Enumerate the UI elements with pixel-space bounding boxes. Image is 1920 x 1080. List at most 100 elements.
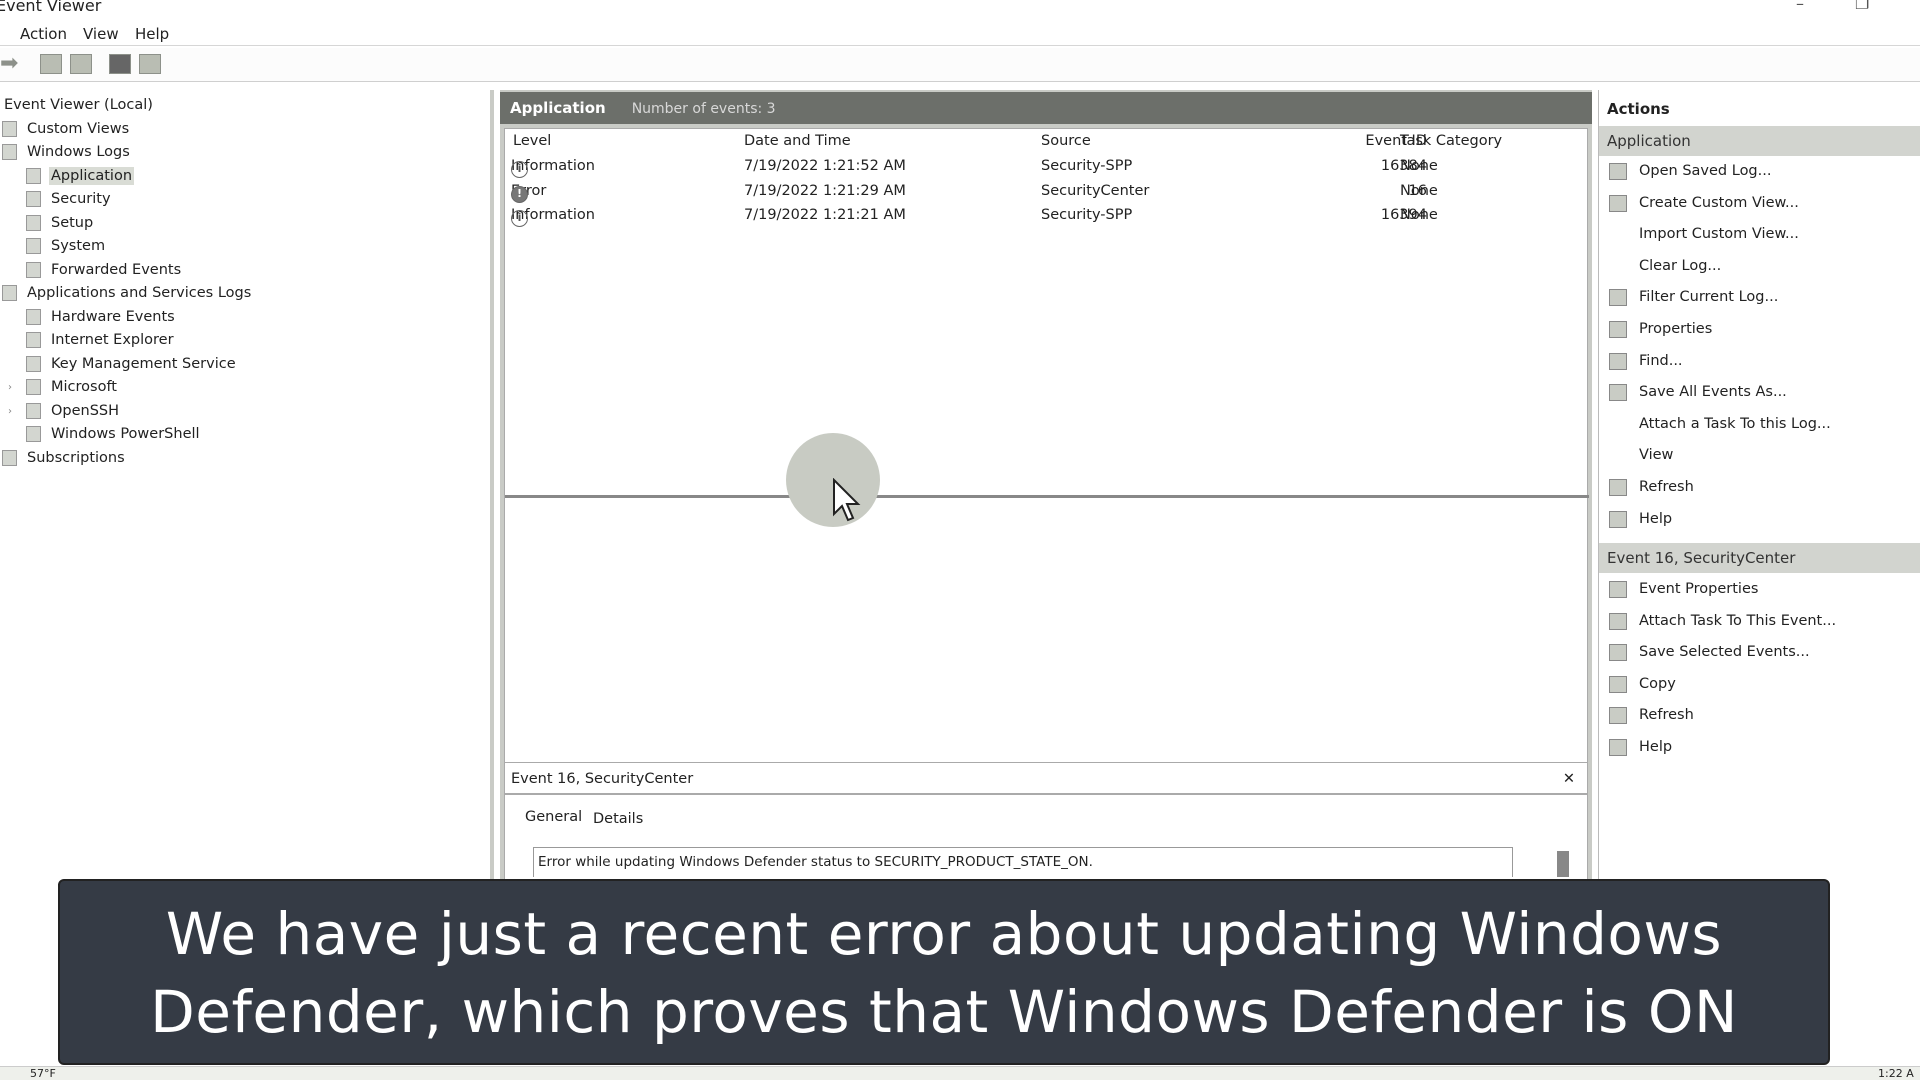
action-help[interactable]: Help	[1599, 732, 1920, 763]
log-header: Application Number of events: 3	[500, 92, 1592, 124]
menu-view[interactable]: View	[83, 25, 119, 43]
tree-item-system[interactable]: System	[26, 235, 107, 258]
expand-arrow-icon[interactable]: ›	[8, 376, 12, 399]
tree-item-security[interactable]: Security	[26, 188, 113, 211]
tree-item-label: Custom Views	[27, 120, 130, 137]
action-icon	[1609, 707, 1627, 725]
table-row[interactable]: i Information 7/19/2022 1:21:21 AM Security…	[505, 204, 1585, 228]
date-cell: 7/19/2022 1:21:29 AM	[744, 182, 906, 199]
info-icon: i	[511, 210, 528, 227]
properties-icon[interactable]	[70, 54, 92, 74]
tree-item-label: Windows PowerShell	[51, 426, 200, 442]
tree-node-icon	[26, 167, 41, 184]
scrollbar[interactable]	[1557, 851, 1569, 877]
weather-widget[interactable]: 57°F	[30, 1067, 56, 1080]
tree-item-hardware-events[interactable]: Hardware Events	[26, 306, 177, 329]
show-pane-icon[interactable]	[139, 54, 161, 74]
tree-node-icon	[26, 332, 41, 348]
table-row[interactable]: i Information 7/19/2022 1:21:52 AM Security…	[505, 155, 1585, 179]
action-help[interactable]: Help	[1599, 504, 1920, 535]
source-cell: Security-SPP	[1041, 207, 1133, 223]
action-find[interactable]: Find...	[1599, 346, 1920, 377]
action-label: Properties	[1639, 321, 1713, 337]
tree-item-application[interactable]: Application	[26, 165, 135, 188]
action-attach-a-task-to-this-log[interactable]: Attach a Task To this Log...	[1599, 409, 1920, 440]
tree-item-openssh[interactable]: › OpenSSH	[8, 400, 121, 423]
tree-item-custom-views[interactable]: Custom Views	[2, 118, 131, 141]
section-application[interactable]: Application	[1599, 126, 1920, 156]
tree-node-icon	[26, 308, 41, 325]
event-message: Error while updating Windows Defender st…	[533, 847, 1513, 877]
action-properties[interactable]: Properties	[1599, 314, 1920, 345]
action-label: Refresh	[1639, 479, 1694, 495]
tree-item-windows-logs[interactable]: Windows Logs	[2, 141, 132, 164]
action-refresh[interactable]: Refresh	[1599, 700, 1920, 731]
tree-item-windows-powershell[interactable]: Windows PowerShell	[26, 423, 202, 446]
action-label: Open Saved Log...	[1639, 163, 1772, 179]
action-refresh[interactable]: Refresh	[1599, 472, 1920, 503]
tree-item-label: Application	[49, 166, 135, 185]
section-event[interactable]: Event 16, SecurityCenter	[1599, 543, 1920, 573]
action-view[interactable]: View	[1599, 440, 1920, 471]
help-icon[interactable]	[109, 54, 131, 74]
log-name: Application	[510, 99, 606, 117]
pane-splitter[interactable]	[505, 495, 1589, 498]
table-row[interactable]: ! Error 7/19/2022 1:21:29 AM SecurityCenter…	[505, 180, 1585, 204]
tree-node-icon	[26, 355, 41, 372]
col-level[interactable]: Level	[513, 133, 551, 149]
minimize-button[interactable]: –	[1796, 0, 1804, 13]
level-cell: ! Error	[511, 183, 546, 203]
action-event-properties[interactable]: Event Properties	[1599, 574, 1920, 605]
action-save-selected-events[interactable]: Save Selected Events...	[1599, 637, 1920, 668]
tab-details[interactable]: Details	[593, 811, 643, 827]
col-source[interactable]: Source	[1041, 133, 1091, 149]
tree-item-forwarded-events[interactable]: Forwarded Events	[26, 259, 183, 282]
action-icon	[1609, 675, 1627, 693]
tree-item-internet-explorer[interactable]: Internet Explorer	[26, 329, 176, 352]
tree-node-icon	[26, 379, 41, 395]
tree-item-key-management-service[interactable]: Key Management Service	[26, 353, 238, 376]
tab-general[interactable]: General	[525, 809, 582, 825]
tree-node-icon	[26, 238, 41, 254]
tree-item-microsoft[interactable]: › Microsoft	[8, 376, 119, 399]
tree-item-label: System	[51, 238, 106, 254]
action-filter-current-log[interactable]: Filter Current Log...	[1599, 282, 1920, 313]
action-copy[interactable]: Copy	[1599, 669, 1920, 700]
action-attach-task-to-this-event[interactable]: Attach Task To This Event...	[1599, 606, 1920, 637]
action-icon	[1609, 644, 1627, 662]
tree-item-label: Setup	[51, 214, 94, 231]
close-icon[interactable]: ✕	[1563, 763, 1575, 795]
expand-arrow-icon[interactable]: ›	[8, 400, 12, 423]
error-icon: !	[511, 185, 528, 203]
action-icon	[1609, 612, 1627, 630]
action-icon	[1609, 581, 1627, 598]
detail-title: Event 16, SecurityCenter	[511, 771, 694, 787]
restore-button[interactable]: ❐	[1855, 0, 1869, 13]
forward-icon[interactable]: ➡	[0, 51, 18, 76]
window-title: Event Viewer	[0, 0, 102, 15]
action-import-custom-view[interactable]: Import Custom View...	[1599, 219, 1920, 250]
tree-item-subscriptions[interactable]: Subscriptions	[2, 447, 127, 470]
menu-action[interactable]: Action	[20, 25, 67, 43]
action-save-all-events-as[interactable]: Save All Events As...	[1599, 377, 1920, 408]
date-cell: 7/19/2022 1:21:21 AM	[744, 207, 906, 223]
action-clear-log[interactable]: Clear Log...	[1599, 251, 1920, 282]
tree-node-icon	[26, 191, 41, 207]
col-date[interactable]: Date and Time	[744, 133, 851, 149]
mouse-cursor-icon	[833, 478, 861, 522]
open-folder-icon[interactable]	[40, 54, 62, 74]
tree-item-applications-and-services-logs[interactable]: Applications and Services Logs	[2, 282, 253, 305]
action-label: Create Custom View...	[1639, 194, 1799, 211]
tree-item-label: Applications and Services Logs	[27, 285, 252, 301]
tree-item-event-viewer-local-[interactable]: Event Viewer (Local)	[2, 94, 155, 117]
tree-node-icon	[2, 285, 17, 301]
menu-help[interactable]: Help	[135, 25, 169, 43]
caption: We have just a recent error about updati…	[58, 879, 1830, 1065]
tree-node-icon	[2, 120, 17, 137]
action-create-custom-view[interactable]: Create Custom View...	[1599, 188, 1920, 219]
clock[interactable]: 1:22 A	[1878, 1067, 1914, 1080]
col-task-category[interactable]: Task Category	[1400, 133, 1502, 149]
action-open-saved-log[interactable]: Open Saved Log...	[1599, 156, 1920, 187]
taskbar: 57°F 1:22 A	[0, 1066, 1920, 1080]
tree-item-setup[interactable]: Setup	[26, 212, 95, 235]
